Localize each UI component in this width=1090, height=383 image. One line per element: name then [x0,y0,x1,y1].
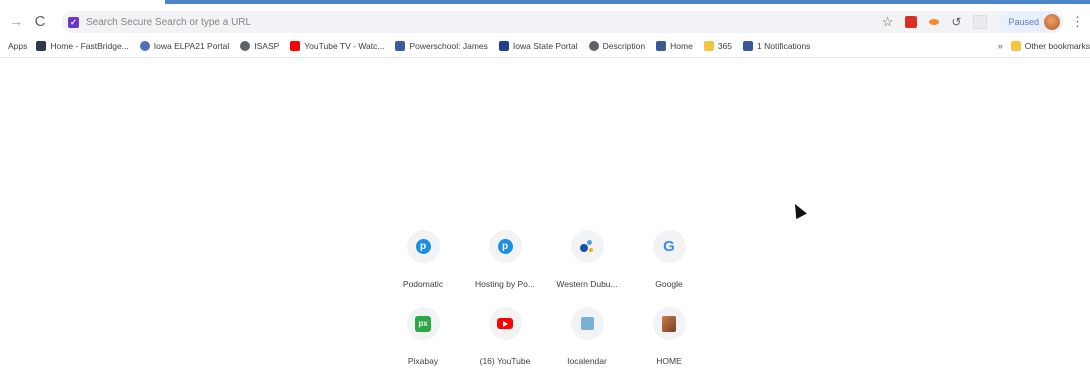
tile-icon-circle: p [406,230,440,263]
shortcut-tile[interactable]: HOME [628,305,710,376]
bookmark-label: Home - FastBridge... [50,41,129,51]
bookmark-item[interactable]: 1 Notifications [743,41,810,51]
tile-icon-circle [652,307,686,340]
western-dubuque-icon [579,239,595,255]
google-icon: G [663,238,675,255]
profile-status-label: Paused [1008,17,1039,27]
tile-icon-circle: G [652,230,686,263]
bookmarks-right: » Other bookmarks [998,38,1090,54]
bookmark-label: Powerschool: James [409,41,488,51]
shortcut-tile[interactable]: Western Dubu... [546,228,628,299]
facebook-icon [656,41,667,51]
tile-icon-circle: px [406,307,440,340]
extension-red-icon[interactable] [905,16,918,28]
tile-icon-circle: p [488,230,522,263]
tile-icon-circle [488,307,522,340]
profile-paused-chip[interactable]: Paused [999,12,1063,32]
folder-icon [703,41,714,51]
bookmark-item[interactable]: 365 [703,41,733,51]
tile-icon-circle [570,307,604,340]
facebook-icon [743,41,754,51]
bookmark-item[interactable]: Home [656,41,693,51]
bookmark-label: ISASP [254,41,280,51]
shortcut-label: Iocalendar [567,356,607,366]
bookmark-label: YouTube TV - Watc... [304,41,385,51]
shortcut-label: Google [655,279,683,289]
shortcut-label: HOME [656,356,682,366]
toolbar-actions: ☆ ↺ Paused ⋮ [882,11,1090,33]
bookmark-label: Home [670,41,693,51]
folder-icon [1010,41,1021,51]
shortcut-tile[interactable]: (16) YouTube [464,305,546,376]
shortcut-label: Podomatic [402,279,444,289]
bookmark-item[interactable]: Powerschool: James [395,41,488,51]
shortcut-tile[interactable]: Iocalendar [546,305,628,376]
shortcut-tile[interactable]: p Hosting by Po... [464,228,546,299]
bookmark-item[interactable]: Home - FastBridge... [36,41,129,51]
menu-kebab-icon[interactable]: ⋮ [1071,14,1084,30]
reload-icon[interactable]: C [30,9,50,33]
bookmark-label: Description [602,41,646,51]
shortcut-label: Western Dubu... [556,279,618,289]
bookmarks-bar: Apps Home - FastBridge... Iowa ELPA21 Po… [0,38,1090,54]
extension-gray-icon[interactable] [973,15,988,29]
bookmark-item[interactable]: Description [588,41,646,51]
bookmark-item[interactable]: Iowa State Portal [498,41,578,51]
shortcut-label: Hosting by Po... [474,279,535,289]
elpa21-icon [139,41,150,51]
forward-arrow-icon[interactable]: → [6,9,26,33]
globe-icon [240,41,251,51]
home-photo-icon [662,315,676,332]
pixabay-icon: px [415,315,431,332]
secure-search-favicon-icon: ✓ [68,16,79,28]
powerschool-icon [395,41,406,51]
calendar-icon [580,317,594,330]
fastbridge-icon [36,41,47,51]
bookmark-label: Iowa State Portal [512,41,578,51]
globe-icon [588,41,599,51]
bookmark-star-icon[interactable]: ☆ [882,14,894,30]
other-bookmarks[interactable]: Other bookmarks [1010,41,1090,51]
shortcut-tile[interactable]: px Pixabay [382,305,464,376]
youtube-icon [497,318,513,329]
avatar [1044,14,1060,30]
youtube-tv-icon [290,41,301,51]
toolbar-divider [0,57,1090,58]
tile-icon-circle [570,230,604,263]
shortcut-label: Pixabay [407,356,439,366]
mouse-pointer-icon [789,201,807,220]
more-bookmarks-chevron-icon[interactable]: » [998,41,1003,51]
browser-toolbar: → C ✓ Search Secure Search or type a URL… [0,4,1090,38]
bookmark-apps[interactable]: Apps [8,41,27,51]
extension-history-icon[interactable]: ↺ [951,15,961,29]
shortcut-tiles-grid: p Podomatic p Hosting by Po... Western D… [382,228,710,376]
bookmark-label: 1 Notifications [757,41,811,51]
shortcut-tile[interactable]: G Google [628,228,710,299]
bookmark-item[interactable]: YouTube TV - Watc... [290,41,384,51]
podomatic-icon: p [497,239,513,254]
bookmark-label: Iowa ELPA21 Portal [153,41,230,51]
omnibox-placeholder: Search Secure Search or type a URL [86,16,252,28]
shortcut-label: (16) YouTube [479,356,531,366]
bookmark-label: 365 [717,41,733,51]
podomatic-icon: p [415,239,431,254]
bookmark-item[interactable]: ISASP [240,41,279,51]
other-bookmarks-label: Other bookmarks [1024,41,1090,51]
iowa-state-portal-icon [498,41,509,51]
bookmark-item[interactable]: Iowa ELPA21 Portal [139,41,230,51]
extension-orange-icon[interactable] [929,19,940,25]
shortcut-tile[interactable]: p Podomatic [382,228,464,299]
